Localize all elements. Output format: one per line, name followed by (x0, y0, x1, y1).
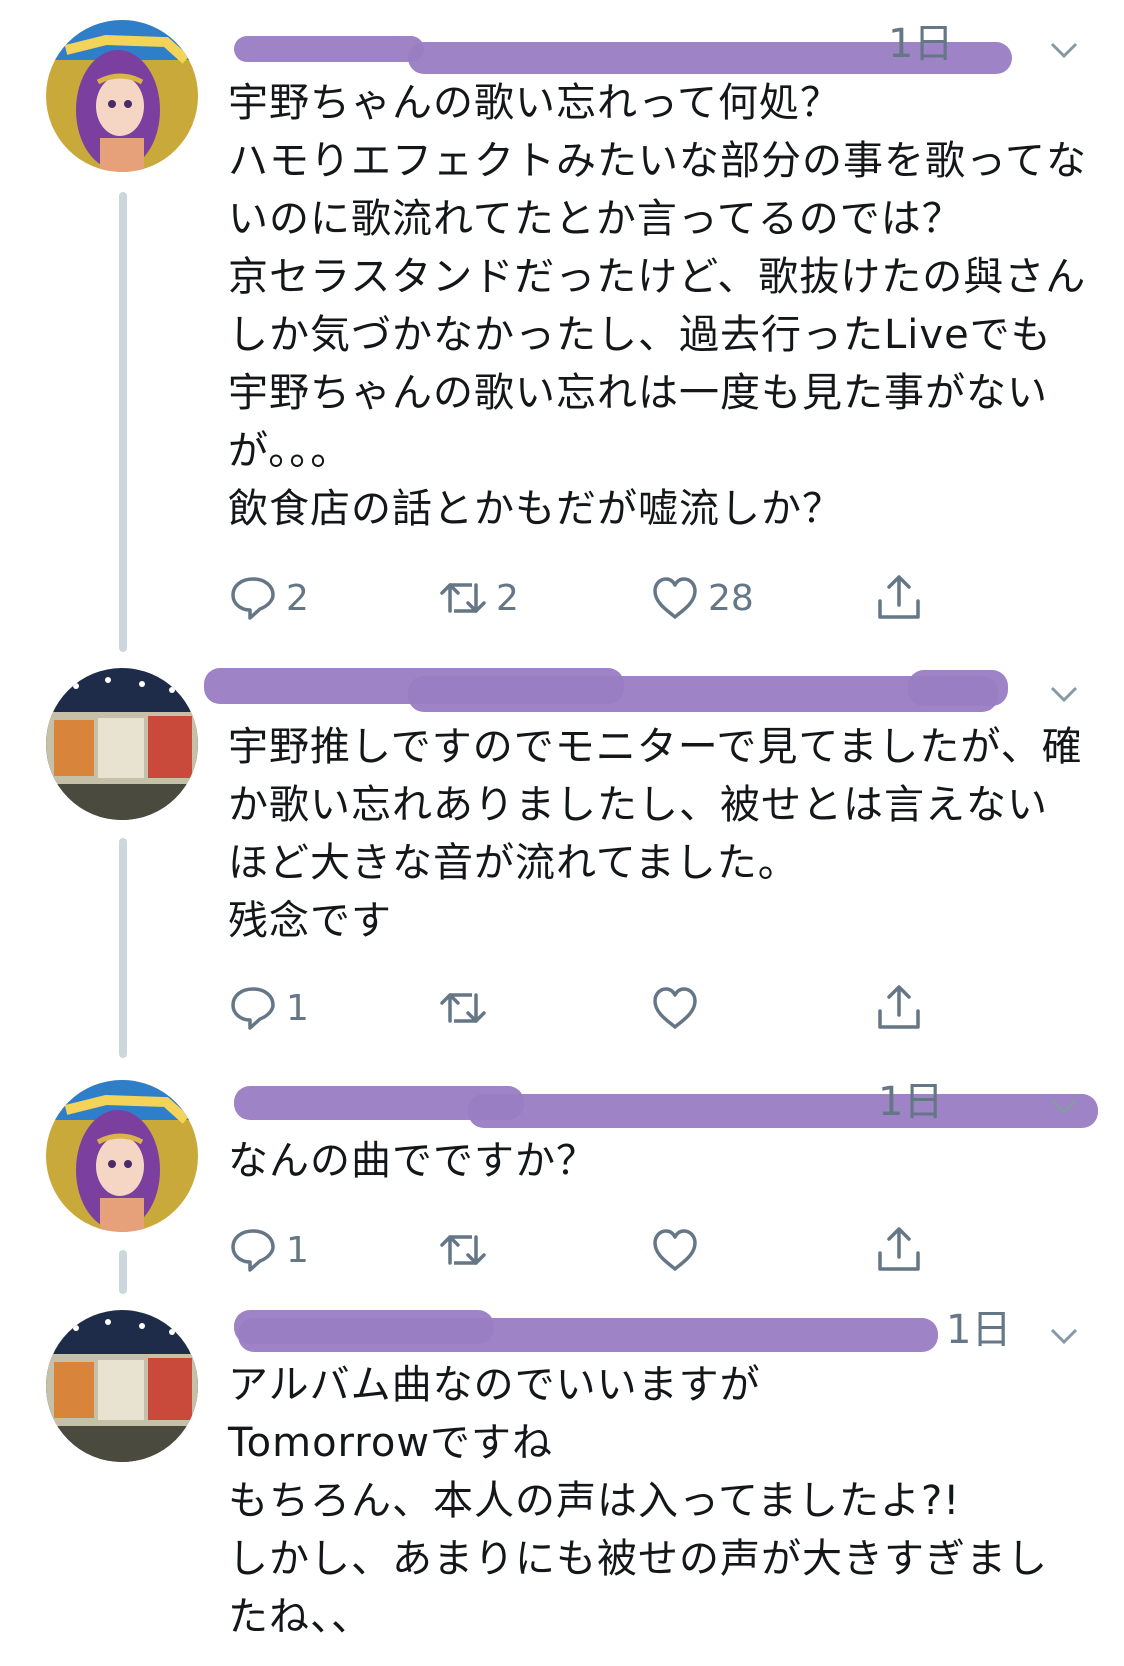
share-button[interactable] (874, 980, 924, 1036)
retweet-icon (440, 583, 486, 613)
tweet-header (204, 668, 1028, 712)
tweet-actions: 2 2 28 (228, 570, 988, 626)
reply-bubble-icon (231, 987, 275, 1030)
avatar[interactable] (46, 1080, 198, 1232)
tweet-text: なんの曲でですか？ (228, 1138, 597, 1184)
heart-icon (653, 987, 697, 1029)
tweet-actions: 1 (228, 1222, 988, 1278)
reply-button[interactable]: 1 (228, 980, 309, 1036)
reply-count: 1 (286, 987, 309, 1029)
retweet-button[interactable]: 2 (438, 570, 519, 626)
tweet-text: アルバム曲なのでいいますが Tomorrowですね もちろん、本人の声は入ってま… (228, 1362, 1048, 1640)
chevron-down-icon[interactable] (1046, 1088, 1082, 1124)
heart-icon (653, 1229, 697, 1271)
retweet-count: 2 (496, 577, 519, 619)
share-button[interactable] (874, 1222, 924, 1278)
like-button[interactable]: 28 (650, 570, 754, 626)
tweet-text: 宇野ちゃんの歌い忘れって何処？ ハモりエフェクトみたいな部分の事を歌ってないのに… (228, 80, 1087, 532)
redacted-time (908, 670, 1008, 706)
chevron-down-icon[interactable] (1046, 32, 1082, 68)
retweet-icon (440, 1235, 486, 1265)
tweet-header: 1日 (228, 1079, 1098, 1128)
share-button[interactable] (874, 570, 924, 626)
redacted-handle (468, 1094, 1098, 1128)
like-count: 28 (708, 577, 754, 619)
tweet-time: 1日 (888, 21, 954, 67)
tweet-text: 宇野推しですのでモニターで見てましたが、確か歌い忘れありましたし、被せとは言えな… (228, 724, 1083, 944)
tweet-header: 1日 (228, 1300, 1028, 1352)
reply-bubble-icon (231, 577, 275, 620)
retweet-button[interactable] (438, 980, 496, 1036)
thread-line (119, 838, 127, 1058)
chevron-down-icon[interactable] (1046, 676, 1082, 712)
reply-count: 1 (286, 1229, 309, 1271)
reply-bubble-icon (231, 1229, 275, 1272)
redacted-username (234, 36, 424, 62)
heart-icon (653, 577, 697, 619)
like-button[interactable] (650, 980, 708, 1036)
tweet-time: 1日 (946, 1307, 1012, 1353)
reply-button[interactable]: 2 (228, 570, 309, 626)
share-icon (878, 575, 920, 619)
retweet-icon (440, 993, 486, 1023)
thread-line (119, 1250, 127, 1294)
tweet-actions: 1 (228, 980, 988, 1036)
retweet-button[interactable] (438, 1222, 496, 1278)
tweet-time: 1日 (878, 1079, 944, 1125)
avatar[interactable] (46, 20, 198, 172)
tweet-header: 1日 (228, 21, 1028, 74)
share-icon (878, 1227, 920, 1271)
reply-button[interactable]: 1 (228, 1222, 309, 1278)
avatar[interactable] (46, 668, 198, 820)
share-icon (878, 985, 920, 1029)
avatar[interactable] (46, 1310, 198, 1462)
reply-count: 2 (286, 577, 309, 619)
thread-line (119, 192, 127, 652)
chevron-down-icon[interactable] (1046, 1318, 1082, 1354)
redacted-handle (238, 1318, 938, 1352)
like-button[interactable] (650, 1222, 708, 1278)
